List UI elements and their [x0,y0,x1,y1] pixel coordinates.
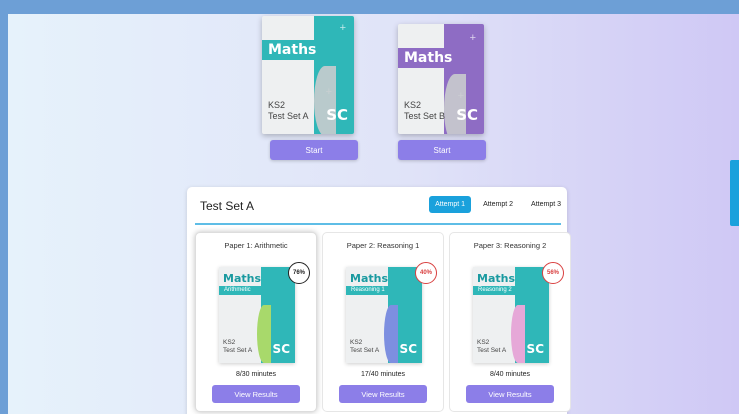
paper-duration: 8/30 minutes [235,371,277,378]
book-topic: Reasoning 1 [346,286,404,295]
sc-logo: SC [272,342,290,356]
book-cover-test-set-b[interactable]: + + Maths KS2 Test Set B SC [398,24,484,134]
tab-attempt-3[interactable]: Attempt 3 [525,196,567,213]
plus-decoration: + [339,22,346,34]
book-curve [384,305,398,363]
book-set-name: Test Set B [404,111,446,121]
book-subject: Maths [262,40,340,60]
book-level: KS2 [223,339,236,346]
book-level: KS2 [477,339,490,346]
plus-decoration: + [469,32,476,44]
divider [195,223,561,225]
book-set-name: Test Set A [477,347,507,354]
paper-cover: Maths Reasoning 2 KS2 Test Set A SC [473,267,549,363]
book-set-name: Test Set A [223,347,253,354]
book-level: KS2 [404,100,422,110]
book-subject: Maths [398,48,468,68]
book-curve [444,74,466,134]
book-info: KS2 Test Set B [404,100,445,122]
view-results-button[interactable]: View Results [212,385,300,403]
book-info: KS2 Test Set A [350,339,379,355]
tab-attempt-1[interactable]: Attempt 1 [429,196,472,213]
paper-duration: 17/40 minutes [361,371,405,378]
attempt-tabs: Attempt 1 Attempt 2 Attempt 3 [429,196,567,213]
tab-attempt-2[interactable]: Attempt 2 [477,196,519,213]
book-curve [511,305,525,363]
book-curve [257,305,271,363]
book-topic: Reasoning 2 [473,286,531,295]
view-results-button[interactable]: View Results [339,385,427,403]
book-subject: Maths [477,272,516,285]
paper-cover: Maths Reasoning 1 KS2 Test Set A SC [346,267,422,363]
paper-card-2: Paper 2: Reasoning 1 Maths Reasoning 1 K… [322,232,444,412]
results-panel: Test Set A Attempt 1 Attempt 2 Attempt 3… [187,187,571,414]
results-title: Test Set A [200,199,255,213]
view-results-button[interactable]: View Results [466,385,554,403]
sc-logo: SC [456,106,478,124]
paper-card-1: Paper 1: Arithmetic Maths Arithmetic KS2… [195,232,317,412]
book-set-name: Test Set A [268,111,309,121]
paper-card-3: Paper 3: Reasoning 2 Maths Reasoning 2 K… [449,232,571,412]
paper-title: Paper 2: Reasoning 1 [346,241,420,250]
paper-cover: Maths Arithmetic KS2 Test Set A SC [219,267,295,363]
score-badge: 76% [288,262,310,284]
score-badge: 40% [415,262,437,284]
start-button-test-set-a[interactable]: Start [270,140,358,160]
book-cover-test-set-a[interactable]: + + Maths KS2 Test Set A SC [262,16,354,134]
book-topic: Arithmetic [219,286,277,295]
book-subject: Maths [223,272,262,285]
book-info: KS2 Test Set A [223,339,252,355]
book-level: KS2 [350,339,363,346]
start-button-test-set-b[interactable]: Start [398,140,486,160]
book-info: KS2 Test Set A [477,339,506,355]
sc-logo: SC [399,342,417,356]
main-content: + + Maths KS2 Test Set A SC Start + + Ma… [8,14,739,414]
paper-title: Paper 1: Arithmetic [224,241,288,250]
sc-logo: SC [526,342,544,356]
book-set-name: Test Set A [350,347,380,354]
book-info: KS2 Test Set A [268,100,309,122]
side-feedback-tab[interactable] [730,160,739,226]
paper-duration: 8/40 minutes [489,371,531,378]
paper-title: Paper 3: Reasoning 2 [473,241,547,250]
sc-logo: SC [326,106,348,124]
book-level: KS2 [268,100,286,110]
score-badge: 56% [542,262,564,284]
book-subject: Maths [350,272,389,285]
